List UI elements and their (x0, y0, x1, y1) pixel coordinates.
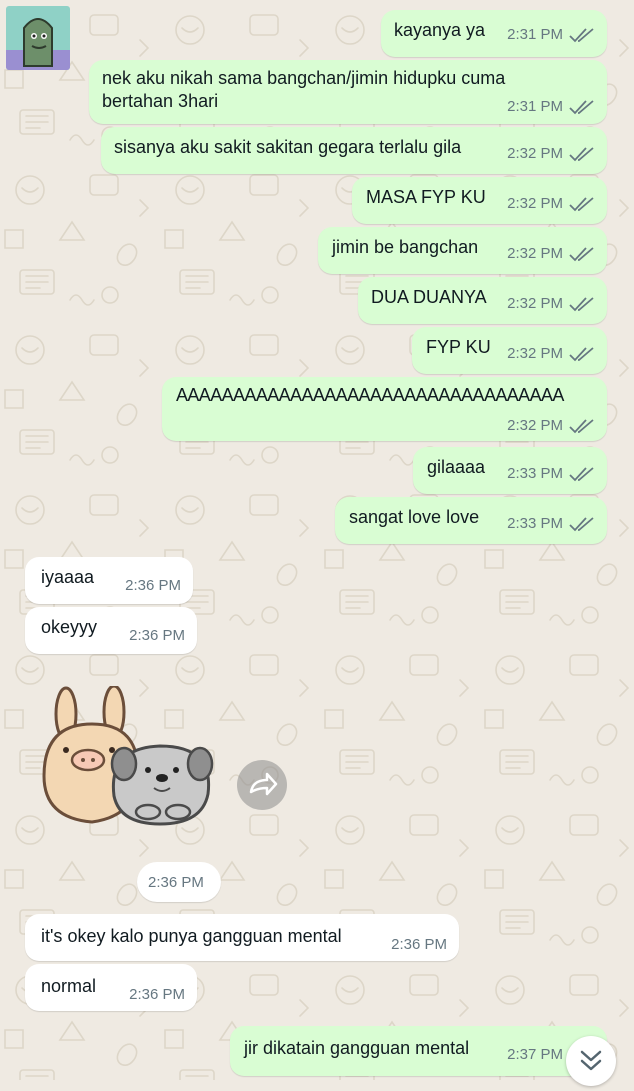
message-time: 2:36 PM (148, 874, 204, 891)
message-time: 2:33 PM (507, 465, 563, 482)
message-time: 2:33 PM (507, 515, 563, 532)
message-text: jir dikatain gangguan mental (244, 1038, 470, 1058)
message-bubble-outgoing[interactable]: MASA FYP KU 2:32 PM (352, 177, 607, 224)
message-bubble-incoming[interactable]: iyaaaa 2:36 PM (25, 557, 193, 604)
message-bubble-outgoing[interactable]: FYP KU 2:32 PM (412, 327, 607, 374)
message-time: 2:32 PM (507, 245, 563, 262)
chevron-double-down-icon[interactable] (566, 1036, 616, 1086)
message-time: 2:36 PM (391, 936, 447, 953)
double-check-icon (569, 196, 594, 211)
message-time: 2:31 PM (507, 98, 563, 115)
message-text-line: bertahan 3hari (102, 91, 219, 111)
message-meta: 2:36 PM (129, 986, 185, 1003)
message-meta: 2:32 PM (507, 417, 595, 434)
sticker-time-chip: 2:36 PM (137, 862, 221, 902)
message-time: 2:32 PM (507, 295, 563, 312)
message-text: AAAAAAAAAAAAAAAAAAAAAAAAAAAAAAAAAA (176, 385, 564, 405)
message-bubble-incoming[interactable]: it's okey kalo punya gangguan mental 2:3… (25, 914, 459, 961)
message-text: kayanya ya (394, 20, 486, 40)
message-time: 2:36 PM (129, 986, 185, 1003)
message-text: iyaaaa (41, 567, 95, 587)
message-meta: 2:32 PM (507, 145, 595, 162)
message-meta: 2:36 PM (125, 577, 181, 594)
message-text: normal (41, 976, 97, 996)
message-meta: 2:32 PM (507, 345, 595, 362)
double-check-icon (569, 346, 594, 361)
message-time: 2:32 PM (507, 345, 563, 362)
message-meta: 2:33 PM (507, 515, 595, 532)
message-text: FYP KU (426, 337, 491, 357)
double-check-icon (569, 146, 594, 161)
message-text-line: nek aku nikah sama bangchan/jimin hidupk… (102, 68, 506, 88)
message-bubble-outgoing[interactable]: AAAAAAAAAAAAAAAAAAAAAAAAAAAAAAAAAA 2:32 … (162, 377, 607, 441)
message-time: 2:31 PM (507, 26, 563, 43)
message-time: 2:36 PM (125, 577, 181, 594)
double-check-icon (569, 516, 594, 531)
double-check-icon (569, 27, 594, 42)
message-bubble-outgoing[interactable]: jimin be bangchan 2:32 PM (318, 227, 607, 274)
message-text: DUA DUANYA (371, 287, 487, 307)
message-text: okeyyy (41, 617, 98, 637)
message-bubble-outgoing[interactable]: nek aku nikah sama bangchan/jimin hidupk… (89, 60, 607, 124)
contact-avatar-icon[interactable] (6, 6, 70, 70)
double-check-icon (569, 246, 594, 261)
message-bubble-incoming[interactable]: normal 2:36 PM (25, 964, 197, 1011)
message-meta: 2:32 PM (507, 195, 595, 212)
message-bubble-incoming[interactable]: okeyyy 2:36 PM (25, 607, 197, 654)
double-check-icon (569, 418, 594, 433)
message-text: jimin be bangchan (332, 237, 479, 257)
message-meta: 2:36 PM (129, 627, 185, 644)
message-bubble-outgoing[interactable]: DUA DUANYA 2:32 PM (358, 277, 607, 324)
message-time: 2:32 PM (507, 417, 563, 434)
message-text: gilaaaa (427, 457, 486, 477)
message-meta: 2:33 PM (507, 465, 595, 482)
message-bubble-outgoing[interactable]: jir dikatain gangguan mental 2:37 PM (230, 1026, 607, 1076)
message-time: 2:36 PM (129, 627, 185, 644)
message-text: MASA FYP KU (366, 187, 486, 207)
message-time: 2:32 PM (507, 195, 563, 212)
message-meta: 2:36 PM (391, 936, 447, 953)
message-text: it's okey kalo punya gangguan mental (41, 926, 342, 946)
message-meta: 2:31 PM (507, 26, 595, 43)
message-text: sisanya aku sakit sakitan gegara terlalu… (114, 137, 462, 157)
message-text: sangat love love (349, 507, 480, 527)
message-time: 2:32 PM (507, 145, 563, 162)
message-time: 2:37 PM (507, 1046, 563, 1063)
message-bubble-outgoing[interactable]: sangat love love 2:33 PM (335, 497, 607, 544)
double-check-icon (569, 99, 594, 114)
message-bubble-outgoing[interactable]: gilaaaa 2:33 PM (413, 447, 607, 494)
forward-icon[interactable] (237, 760, 287, 810)
message-meta: 2:37 PM (507, 1046, 563, 1063)
message-bubble-outgoing[interactable]: sisanya aku sakit sakitan gegara terlalu… (101, 127, 607, 174)
message-meta: 2:32 PM (507, 245, 595, 262)
message-meta: 2:32 PM (507, 295, 595, 312)
bunny-and-dog-sticker[interactable] (36, 686, 218, 826)
double-check-icon (569, 466, 594, 481)
message-meta: 2:31 PM (507, 98, 595, 115)
message-bubble-outgoing[interactable]: kayanya ya 2:31 PM (381, 10, 607, 57)
double-check-icon (569, 296, 594, 311)
